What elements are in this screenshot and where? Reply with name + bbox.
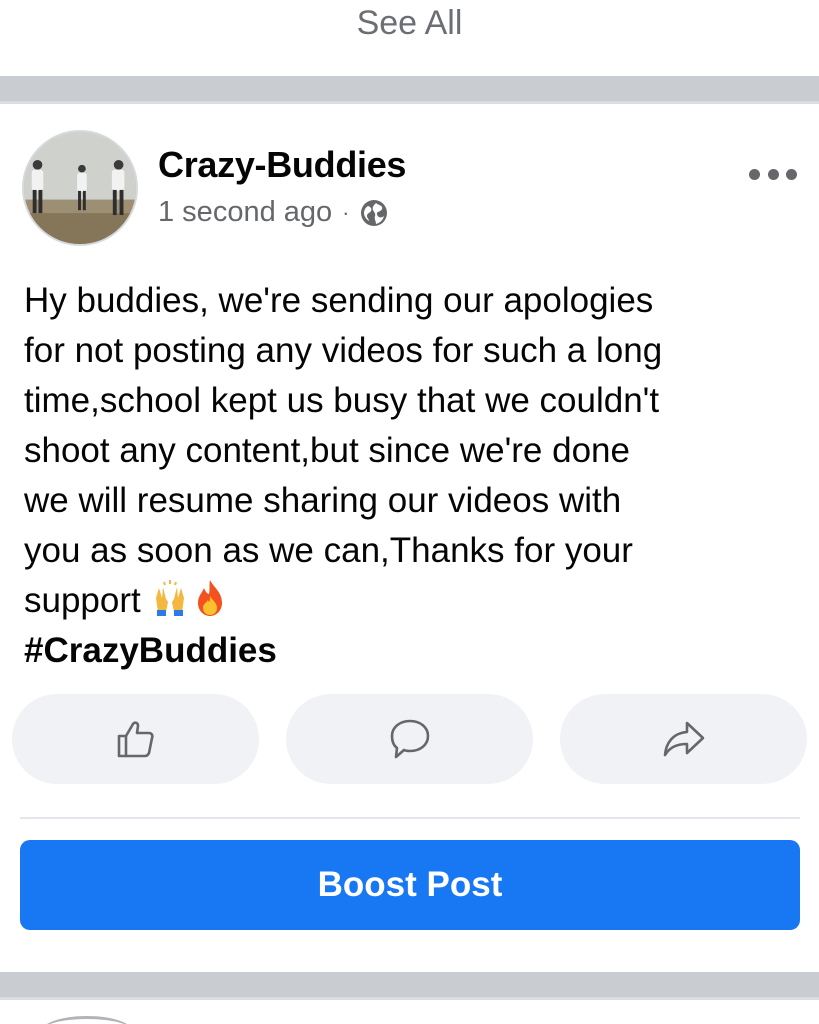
- share-button[interactable]: [560, 694, 807, 784]
- post-hashtag[interactable]: #CrazyBuddies: [24, 626, 804, 676]
- avatar-photo: [24, 132, 136, 244]
- fire-emoji: [198, 580, 223, 616]
- boost-post-button[interactable]: Boost Post: [20, 840, 800, 930]
- raising-hands-emoji: [156, 580, 185, 616]
- more-dot: [767, 168, 779, 180]
- page-name[interactable]: Crazy-Buddies: [158, 144, 406, 186]
- like-button[interactable]: [12, 694, 259, 784]
- post-text: Hy buddies, we're sending our apologies …: [24, 281, 663, 620]
- feed-divider: [0, 76, 819, 104]
- post-header: Crazy-Buddies 1 second ago ·: [0, 108, 819, 258]
- post-meta: 1 second ago ·: [158, 196, 389, 229]
- comment-button[interactable]: [286, 694, 533, 784]
- next-post-avatar: [42, 1016, 132, 1024]
- meta-separator: ·: [342, 199, 350, 225]
- feed-divider: [0, 972, 819, 1000]
- see-all-link[interactable]: See All: [0, 0, 819, 46]
- globe-icon[interactable]: [359, 198, 389, 228]
- post-body: Hy buddies, we're sending our apologies …: [24, 276, 804, 676]
- post-timestamp[interactable]: 1 second ago: [158, 196, 332, 229]
- facebook-page-feed: See All Crazy-Buddies 1 second ago · Hy …: [0, 0, 819, 1024]
- post-actions: [12, 694, 807, 784]
- more-options-icon[interactable]: [749, 164, 797, 184]
- like-icon: [117, 721, 154, 758]
- page-avatar[interactable]: [22, 130, 138, 246]
- more-dot: [786, 168, 797, 180]
- share-icon: [663, 721, 704, 757]
- comment-icon: [390, 719, 429, 759]
- actions-separator: [20, 817, 800, 819]
- more-dot: [749, 168, 760, 180]
